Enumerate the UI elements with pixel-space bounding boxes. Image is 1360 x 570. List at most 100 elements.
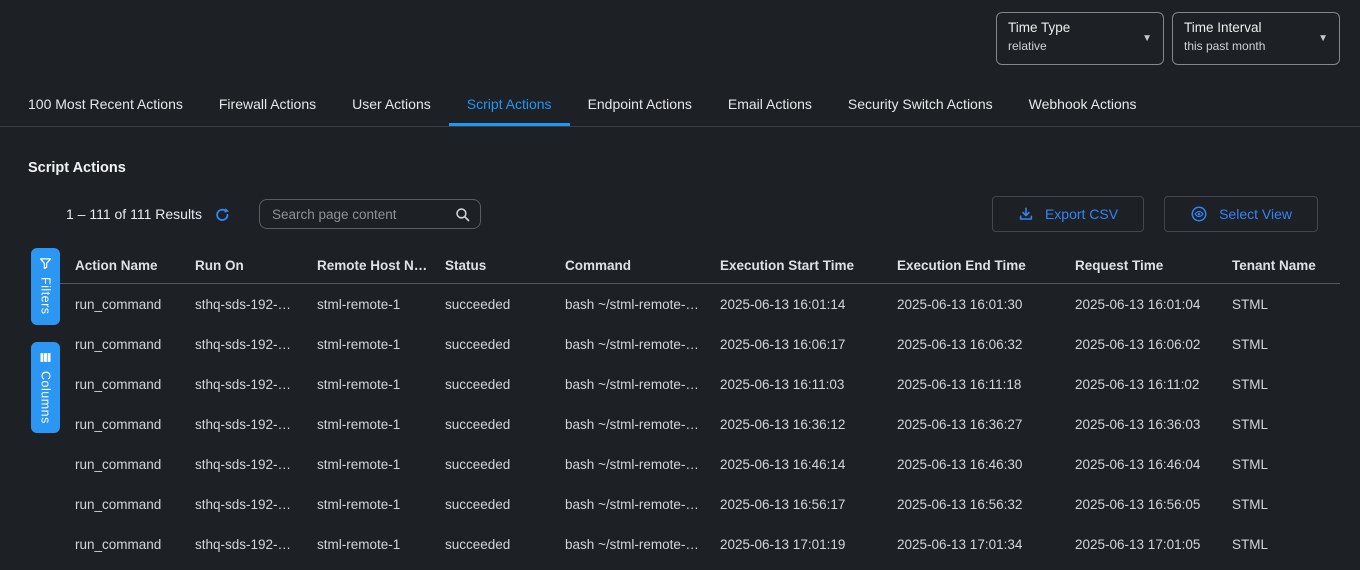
download-icon [1018,206,1034,222]
table-row[interactable]: run_commandsthq-sds-192-…stml-remote-1su… [60,404,1340,444]
refresh-icon [214,206,231,223]
table-cell: stml-remote-1 [317,537,445,552]
table-row[interactable]: run_commandsthq-sds-192-…stml-remote-1su… [60,284,1340,324]
time-type-dropdown[interactable]: Time Type relative ▼ [996,12,1164,65]
table-cell: bash ~/stml-remote-… [565,297,720,312]
toolbar: 1 – 111 of 111 Results Export CSV [66,196,1318,232]
table-cell: 2025-06-13 16:01:04 [1075,297,1232,312]
column-header-status[interactable]: Status [445,258,565,273]
table-area: Filters Columns Action NameRun OnRemote … [0,248,1360,564]
tab-user-actions[interactable]: User Actions [334,85,449,126]
tab-security-switch-actions[interactable]: Security Switch Actions [830,85,1011,126]
table-cell: 2025-06-13 16:36:12 [720,417,897,432]
table-cell: 2025-06-13 16:11:02 [1075,377,1232,392]
table-cell: run_command [75,497,195,512]
table-cell: 2025-06-13 16:56:05 [1075,497,1232,512]
search-input[interactable] [272,207,454,222]
time-type-value: relative [1008,39,1137,53]
table-cell: sthq-sds-192-… [195,297,317,312]
tab-100-most-recent-actions[interactable]: 100 Most Recent Actions [10,85,201,126]
table-cell: succeeded [445,497,565,512]
table-row[interactable]: run_commandsthq-sds-192-…stml-remote-1su… [60,364,1340,404]
table-header-row: Action NameRun OnRemote Host N…StatusCom… [60,248,1340,284]
chevron-down-icon: ▼ [1142,34,1152,44]
select-view-button[interactable]: Select View [1164,196,1318,232]
table-cell: sthq-sds-192-… [195,337,317,352]
table-cell: stml-remote-1 [317,497,445,512]
table-cell: 2025-06-13 17:01:19 [720,537,897,552]
table-cell: bash ~/stml-remote-… [565,537,720,552]
table-cell: STML [1232,497,1340,512]
tab-webhook-actions[interactable]: Webhook Actions [1011,85,1155,126]
table-cell: bash ~/stml-remote-… [565,457,720,472]
table-cell: STML [1232,377,1340,392]
table-row[interactable]: run_commandsthq-sds-192-…stml-remote-1su… [60,484,1340,524]
page-title: Script Actions [28,160,1360,176]
tab-endpoint-actions[interactable]: Endpoint Actions [570,85,710,126]
table-cell: STML [1232,417,1340,432]
chevron-down-icon: ▼ [1318,34,1328,44]
table-cell: bash ~/stml-remote-… [565,497,720,512]
table-cell: succeeded [445,337,565,352]
search-box [259,199,481,229]
column-header-execution-end-time[interactable]: Execution End Time [897,258,1075,273]
table-cell: STML [1232,457,1340,472]
columns-button[interactable]: Columns [31,342,60,434]
table-cell: run_command [75,297,195,312]
table-cell: sthq-sds-192-… [195,537,317,552]
column-header-request-time[interactable]: Request Time [1075,258,1232,273]
column-header-execution-start-time[interactable]: Execution Start Time [720,258,897,273]
tab-script-actions[interactable]: Script Actions [449,85,570,126]
table-cell: run_command [75,417,195,432]
table-cell: STML [1232,537,1340,552]
column-header-action-name[interactable]: Action Name [75,258,195,273]
table-cell: STML [1232,337,1340,352]
export-csv-button[interactable]: Export CSV [992,196,1144,232]
table-cell: stml-remote-1 [317,297,445,312]
table-cell: run_command [75,377,195,392]
table-row[interactable]: run_commandsthq-sds-192-…stml-remote-1su… [60,524,1340,564]
table-cell: stml-remote-1 [317,337,445,352]
funnel-icon [38,256,53,271]
table-cell: sthq-sds-192-… [195,377,317,392]
refresh-button[interactable] [214,206,231,223]
table-cell: 2025-06-13 16:46:04 [1075,457,1232,472]
columns-icon [38,350,53,365]
tab-firewall-actions[interactable]: Firewall Actions [201,85,334,126]
table-row[interactable]: run_commandsthq-sds-192-…stml-remote-1su… [60,324,1340,364]
table-cell: 2025-06-13 16:01:30 [897,297,1075,312]
table-cell: STML [1232,297,1340,312]
table-row[interactable]: run_commandsthq-sds-192-…stml-remote-1su… [60,444,1340,484]
time-type-label: Time Type [1008,20,1137,35]
table-cell: sthq-sds-192-… [195,417,317,432]
search-icon[interactable] [454,206,471,223]
table-cell: bash ~/stml-remote-… [565,337,720,352]
table-cell: bash ~/stml-remote-… [565,377,720,392]
table-cell: stml-remote-1 [317,377,445,392]
table-cell: 2025-06-13 16:01:14 [720,297,897,312]
table-body: run_commandsthq-sds-192-…stml-remote-1su… [60,284,1340,564]
table-cell: run_command [75,337,195,352]
table-cell: 2025-06-13 16:46:14 [720,457,897,472]
table-cell: 2025-06-13 16:46:30 [897,457,1075,472]
column-header-run-on[interactable]: Run On [195,258,317,273]
topbar: Time Type relative ▼ Time Interval this … [0,0,1360,85]
table-cell: 2025-06-13 16:56:17 [720,497,897,512]
table-cell: 2025-06-13 17:01:05 [1075,537,1232,552]
table-cell: 2025-06-13 17:01:34 [897,537,1075,552]
table-cell: 2025-06-13 16:56:32 [897,497,1075,512]
table-cell: 2025-06-13 16:06:32 [897,337,1075,352]
filters-button[interactable]: Filters [31,248,60,325]
column-header-tenant-name[interactable]: Tenant Name [1232,258,1340,273]
tab-email-actions[interactable]: Email Actions [710,85,830,126]
filters-label: Filters [39,277,53,315]
time-interval-label: Time Interval [1184,20,1313,35]
columns-label: Columns [39,371,53,424]
column-header-remote-host-n[interactable]: Remote Host N… [317,258,445,273]
column-header-command[interactable]: Command [565,258,720,273]
time-interval-dropdown[interactable]: Time Interval this past month ▼ [1172,12,1340,65]
table-cell: run_command [75,457,195,472]
table-cell: 2025-06-13 16:36:03 [1075,417,1232,432]
side-rail: Filters Columns [0,248,60,564]
table-cell: run_command [75,537,195,552]
